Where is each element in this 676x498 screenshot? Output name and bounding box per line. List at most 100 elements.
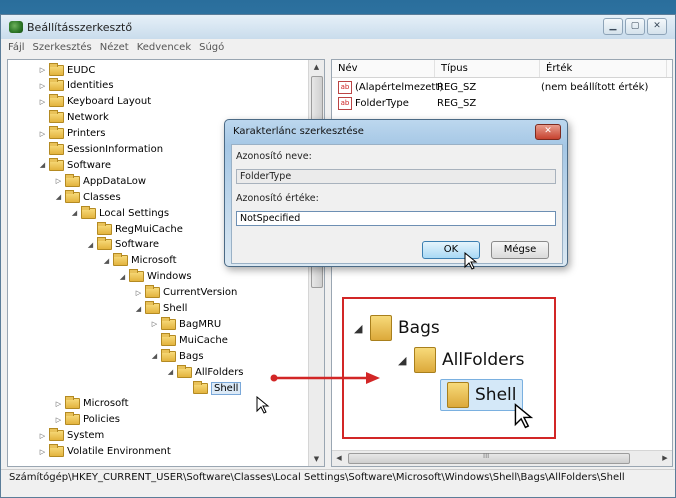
tree-node[interactable]: SessionInformation: [38, 142, 163, 158]
tree-node-label: Shell: [163, 303, 188, 314]
folder-icon: [193, 380, 208, 394]
tree-node[interactable]: Network: [38, 110, 109, 126]
mouse-cursor-icon: [464, 252, 478, 270]
expand-arrow-icon[interactable]: ◢: [102, 257, 111, 265]
tree-node[interactable]: ▷ System: [38, 428, 104, 444]
tree-node-label: Microsoft: [131, 255, 177, 267]
tree-node[interactable]: ▷ AppDataLow: [54, 173, 146, 189]
tree-node[interactable]: ◢ AllFolders: [166, 364, 244, 380]
folder-icon: [414, 347, 436, 373]
folder-icon: [49, 78, 64, 92]
scroll-up-arrow-icon[interactable]: ▲: [309, 60, 324, 74]
tree-node[interactable]: ◢ Classes: [54, 189, 121, 205]
tree-node[interactable]: MuiCache: [150, 332, 228, 348]
title-bar: Beállításszerkesztő ▁ ▢ ✕: [1, 15, 675, 39]
expand-arrow-icon[interactable]: ▷: [38, 130, 47, 138]
status-bar: Számítógép\HKEY_CURRENT_USER\Software\Cl…: [1, 469, 675, 486]
values-horizontal-scrollbar[interactable]: ◀ ▶: [332, 450, 672, 466]
scroll-down-arrow-icon[interactable]: ▼: [309, 452, 324, 466]
scroll-right-arrow-icon[interactable]: ▶: [658, 451, 672, 466]
expand-arrow-icon[interactable]: ▷: [38, 98, 47, 106]
tree-node-label: System: [67, 430, 105, 442]
tree-node[interactable]: ◢ Microsoft: [102, 253, 177, 269]
expand-arrow-icon[interactable]: ◢: [118, 273, 127, 281]
tree-node[interactable]: ◢ Bags: [150, 348, 204, 364]
expand-arrow-icon[interactable]: ▷: [134, 289, 143, 297]
expand-arrow-icon[interactable]: ▷: [54, 400, 63, 408]
expand-arrow-icon[interactable]: ▷: [38, 66, 47, 74]
folder-icon: [65, 189, 80, 203]
expand-arrow-icon[interactable]: ◢: [86, 241, 95, 249]
tree-node[interactable]: ◢ Software: [86, 237, 159, 253]
folder-icon: [161, 332, 176, 346]
tree-node[interactable]: ▷ Keyboard Layout: [38, 94, 151, 110]
tree-node[interactable]: ▷ EUDC: [38, 62, 95, 78]
menu-file[interactable]: Fájl: [8, 40, 25, 56]
tree-node[interactable]: ▷ Policies: [54, 412, 120, 428]
menu-help[interactable]: Súgó: [199, 40, 224, 56]
menu-favorites[interactable]: Kedvencek: [137, 40, 191, 56]
expand-arrow-icon[interactable]: ◢: [150, 352, 159, 360]
minimize-button[interactable]: ▁: [603, 18, 623, 35]
value-name: (Alapértelmezett): [355, 82, 444, 93]
folder-icon: [113, 253, 128, 267]
registry-editor-icon: [9, 21, 23, 33]
column-data[interactable]: Érték: [540, 60, 667, 77]
maximize-button[interactable]: ▢: [625, 18, 645, 35]
tree-node[interactable]: ▷ Identities: [38, 78, 114, 94]
tree-node[interactable]: Shell: [182, 380, 242, 396]
menu-view[interactable]: Nézet: [100, 40, 129, 56]
tree-node[interactable]: ▷ Printers: [38, 126, 105, 142]
expand-arrow-icon[interactable]: ◢: [38, 161, 47, 169]
tree-node-label: Printers: [67, 128, 106, 140]
zoom-callout: ◢ Bags ◢ AllFolders Shell: [342, 297, 556, 439]
scroll-left-arrow-icon[interactable]: ◀: [332, 451, 346, 466]
expand-arrow-icon[interactable]: ▷: [38, 448, 47, 456]
expand-arrow-icon[interactable]: ◢: [70, 209, 79, 217]
tree-node-label: Software: [115, 239, 160, 251]
tree-node[interactable]: ◢ Software: [38, 157, 111, 173]
value-name-field: FolderType: [236, 169, 556, 184]
folder-icon: [49, 157, 64, 171]
tree-node[interactable]: ◢ Shell: [134, 301, 187, 317]
column-name[interactable]: Név: [332, 60, 435, 77]
folder-icon: [97, 221, 112, 235]
expand-arrow-icon[interactable]: ▷: [150, 320, 159, 328]
expand-arrow-icon[interactable]: ◢: [166, 368, 175, 376]
folder-icon: [65, 412, 80, 426]
tree-node[interactable]: ◢ Local Settings: [70, 205, 169, 221]
tree-node[interactable]: ▷ BagMRU: [150, 316, 221, 332]
expand-arrow-icon[interactable]: ◢: [134, 305, 143, 313]
expand-arrow-icon[interactable]: ▷: [54, 416, 63, 424]
values-header: Név Típus Érték: [332, 60, 672, 78]
folder-icon: [49, 126, 64, 140]
value-data-label: Azonosító értéke:: [236, 193, 319, 204]
value-name-label: Azonosító neve:: [236, 151, 312, 162]
tree-node[interactable]: ▷ CurrentVersion: [134, 285, 237, 301]
string-value-icon: ab: [338, 97, 352, 110]
cancel-button[interactable]: Mégse: [491, 241, 549, 259]
tree-node[interactable]: ▷ Microsoft: [54, 396, 129, 412]
mouse-cursor-icon: [514, 403, 534, 429]
close-button[interactable]: ✕: [647, 18, 667, 35]
folder-icon: [49, 110, 64, 124]
expand-arrow-icon[interactable]: ▷: [54, 177, 63, 185]
folder-icon: [65, 173, 80, 187]
callout-row-bags: ◢ Bags: [354, 315, 440, 341]
folder-icon: [145, 285, 160, 299]
tree-node[interactable]: ◢ Windows: [118, 269, 192, 285]
folder-icon: [49, 428, 64, 442]
expand-arrow-icon[interactable]: ▷: [38, 82, 47, 90]
expand-arrow-icon[interactable]: ◢: [54, 193, 63, 201]
horizontal-scroll-thumb[interactable]: [348, 452, 630, 464]
value-data-input[interactable]: NotSpecified: [236, 211, 556, 226]
menu-edit[interactable]: Szerkesztés: [33, 40, 92, 56]
folder-icon: [81, 205, 96, 219]
expand-arrow-icon[interactable]: ▷: [38, 432, 47, 440]
dialog-close-icon[interactable]: ✕: [535, 124, 561, 140]
tree-node[interactable]: RegMuiCache: [86, 221, 183, 237]
value-row[interactable]: ab (Alapértelmezett) REG_SZ (nem beállít…: [332, 80, 648, 95]
tree-node[interactable]: ▷ Volatile Environment: [38, 444, 171, 460]
column-type[interactable]: Típus: [435, 60, 540, 77]
value-row[interactable]: ab FolderType REG_SZ: [332, 96, 541, 111]
